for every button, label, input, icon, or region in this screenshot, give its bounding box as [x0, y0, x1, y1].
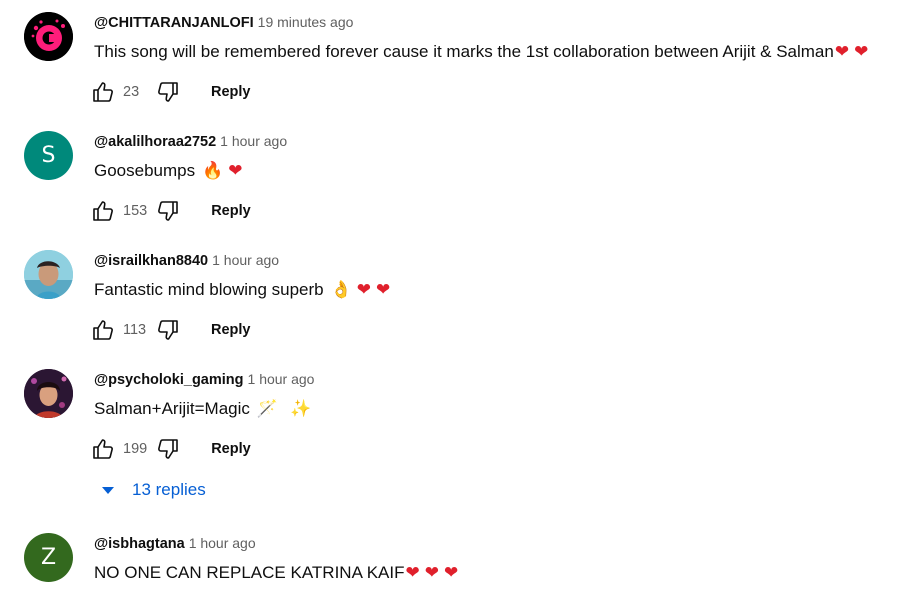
reply-button[interactable]: Reply	[211, 322, 251, 338]
comment-author[interactable]: @israilkhan8840	[94, 253, 208, 269]
thumbs-down-icon	[158, 82, 178, 102]
reply-button[interactable]: Reply	[211, 84, 251, 100]
comment-actions: 153 Reply	[90, 198, 251, 224]
like-button[interactable]	[90, 317, 116, 343]
avatar[interactable]	[24, 12, 73, 61]
thumbs-up-icon	[93, 82, 113, 102]
dislike-button[interactable]	[155, 79, 181, 105]
comment-actions: 23 Reply	[90, 79, 251, 105]
comment-author[interactable]: @isbhagtana	[94, 536, 185, 552]
thumbs-up-icon	[93, 201, 113, 221]
comment-thread: Z @isbhagtana 1 hour ago NO ONE CAN REPLA…	[0, 521, 905, 590]
thumbs-down-icon	[158, 439, 179, 459]
comment-actions: 199 Reply	[90, 436, 251, 462]
comment-thread: @israilkhan8840 1 hour ago Fantastic mind…	[0, 238, 905, 357]
avatar[interactable]	[24, 369, 73, 418]
comment-header: @israilkhan8840 1 hour ago	[94, 250, 279, 270]
like-count: 113	[123, 322, 147, 338]
like-count: 23	[123, 84, 140, 100]
heart-emoji: ❤	[356, 280, 372, 300]
comment-author[interactable]: @CHITTARANJANLOFI	[94, 15, 254, 31]
avatar[interactable]	[24, 250, 73, 299]
reply-button[interactable]: Reply	[211, 441, 251, 457]
like-button[interactable]	[90, 198, 116, 224]
comment-text: Fantastic mind blowing superb 👌 ❤ ❤	[94, 278, 390, 302]
comment-body: Salman+Arijit=Magic	[94, 399, 250, 418]
thumbs-down-icon	[158, 320, 178, 340]
heart-emoji: ❤	[834, 42, 850, 62]
comment-header: @isbhagtana 1 hour ago	[94, 533, 256, 553]
avatar-letter: Z	[40, 545, 57, 570]
dislike-button[interactable]	[155, 317, 181, 343]
comment-text: Salman+Arijit=Magic 🪄 ✨	[94, 397, 311, 421]
like-count: 153	[123, 203, 148, 219]
comment-body: NO ONE CAN REPLACE KATRINA KAIF	[94, 563, 405, 582]
comment-timestamp[interactable]: 1 hour ago	[248, 371, 315, 387]
reply-button[interactable]: Reply	[211, 203, 251, 219]
comment-body: Goosebumps	[94, 161, 196, 180]
like-button[interactable]	[90, 436, 116, 462]
profile-photo-icon	[24, 250, 73, 299]
fire-emoji: 🔥	[202, 161, 224, 181]
replies-label: 13 replies	[132, 480, 206, 499]
comments-section: @CHITTARANJANLOFI 19 minutes ago This son…	[0, 0, 905, 590]
comment-body: This song will be remembered forever cau…	[94, 42, 834, 61]
comment-timestamp[interactable]: 1 hour ago	[212, 252, 279, 268]
view-replies-button[interactable]: 13 replies	[100, 478, 206, 502]
comment-text: Goosebumps 🔥 ❤	[94, 159, 243, 183]
comment-text: NO ONE CAN REPLACE KATRINA KAIF❤ ❤ ❤	[94, 561, 458, 585]
channel-logo-icon	[24, 12, 73, 61]
thumbs-down-icon	[158, 201, 179, 221]
dislike-button[interactable]	[155, 198, 181, 224]
comment-header: @CHITTARANJANLOFI 19 minutes ago	[94, 12, 353, 32]
thumbs-up-icon	[93, 439, 113, 459]
comment-timestamp[interactable]: 1 hour ago	[189, 535, 256, 551]
heart-emoji: ❤	[854, 42, 869, 62]
comment-thread: @CHITTARANJANLOFI 19 minutes ago This son…	[0, 0, 905, 119]
magic-wand-emoji: 🪄	[256, 399, 279, 419]
caret-down-icon	[102, 486, 114, 494]
dislike-button[interactable]	[155, 436, 181, 462]
like-button[interactable]	[90, 79, 116, 105]
thumbs-up-icon	[93, 320, 113, 340]
comment-body: Fantastic mind blowing superb	[94, 280, 324, 299]
comment-timestamp[interactable]: 1 hour ago	[220, 133, 287, 149]
sparkles-emoji: ✨	[290, 399, 312, 419]
avatar[interactable]: S	[24, 131, 73, 180]
avatar[interactable]: Z	[24, 533, 73, 582]
heart-emoji: ❤	[376, 280, 391, 300]
heart-emoji: ❤	[424, 563, 439, 583]
ok-hand-emoji: 👌	[330, 280, 352, 300]
heart-emoji: ❤	[228, 161, 243, 181]
heart-emoji: ❤	[443, 563, 459, 583]
heart-emoji: ❤	[405, 563, 420, 583]
comment-header: @psycholoki_gaming 1 hour ago	[94, 369, 314, 389]
comment-text: This song will be remembered forever cau…	[94, 40, 868, 64]
comment-author[interactable]: @akalilhoraa2752	[94, 134, 216, 150]
comment-thread: S @akalilhoraa2752 1 hour ago Goosebumps 🔥…	[0, 119, 905, 238]
profile-photo-icon	[24, 369, 73, 418]
comment-timestamp[interactable]: 19 minutes ago	[258, 14, 354, 30]
comment-author[interactable]: @psycholoki_gaming	[94, 372, 244, 388]
comment-header: @akalilhoraa2752 1 hour ago	[94, 131, 287, 151]
like-count: 199	[123, 441, 148, 457]
avatar-letter: S	[41, 143, 56, 168]
comment-actions: 113 Reply	[90, 317, 251, 343]
